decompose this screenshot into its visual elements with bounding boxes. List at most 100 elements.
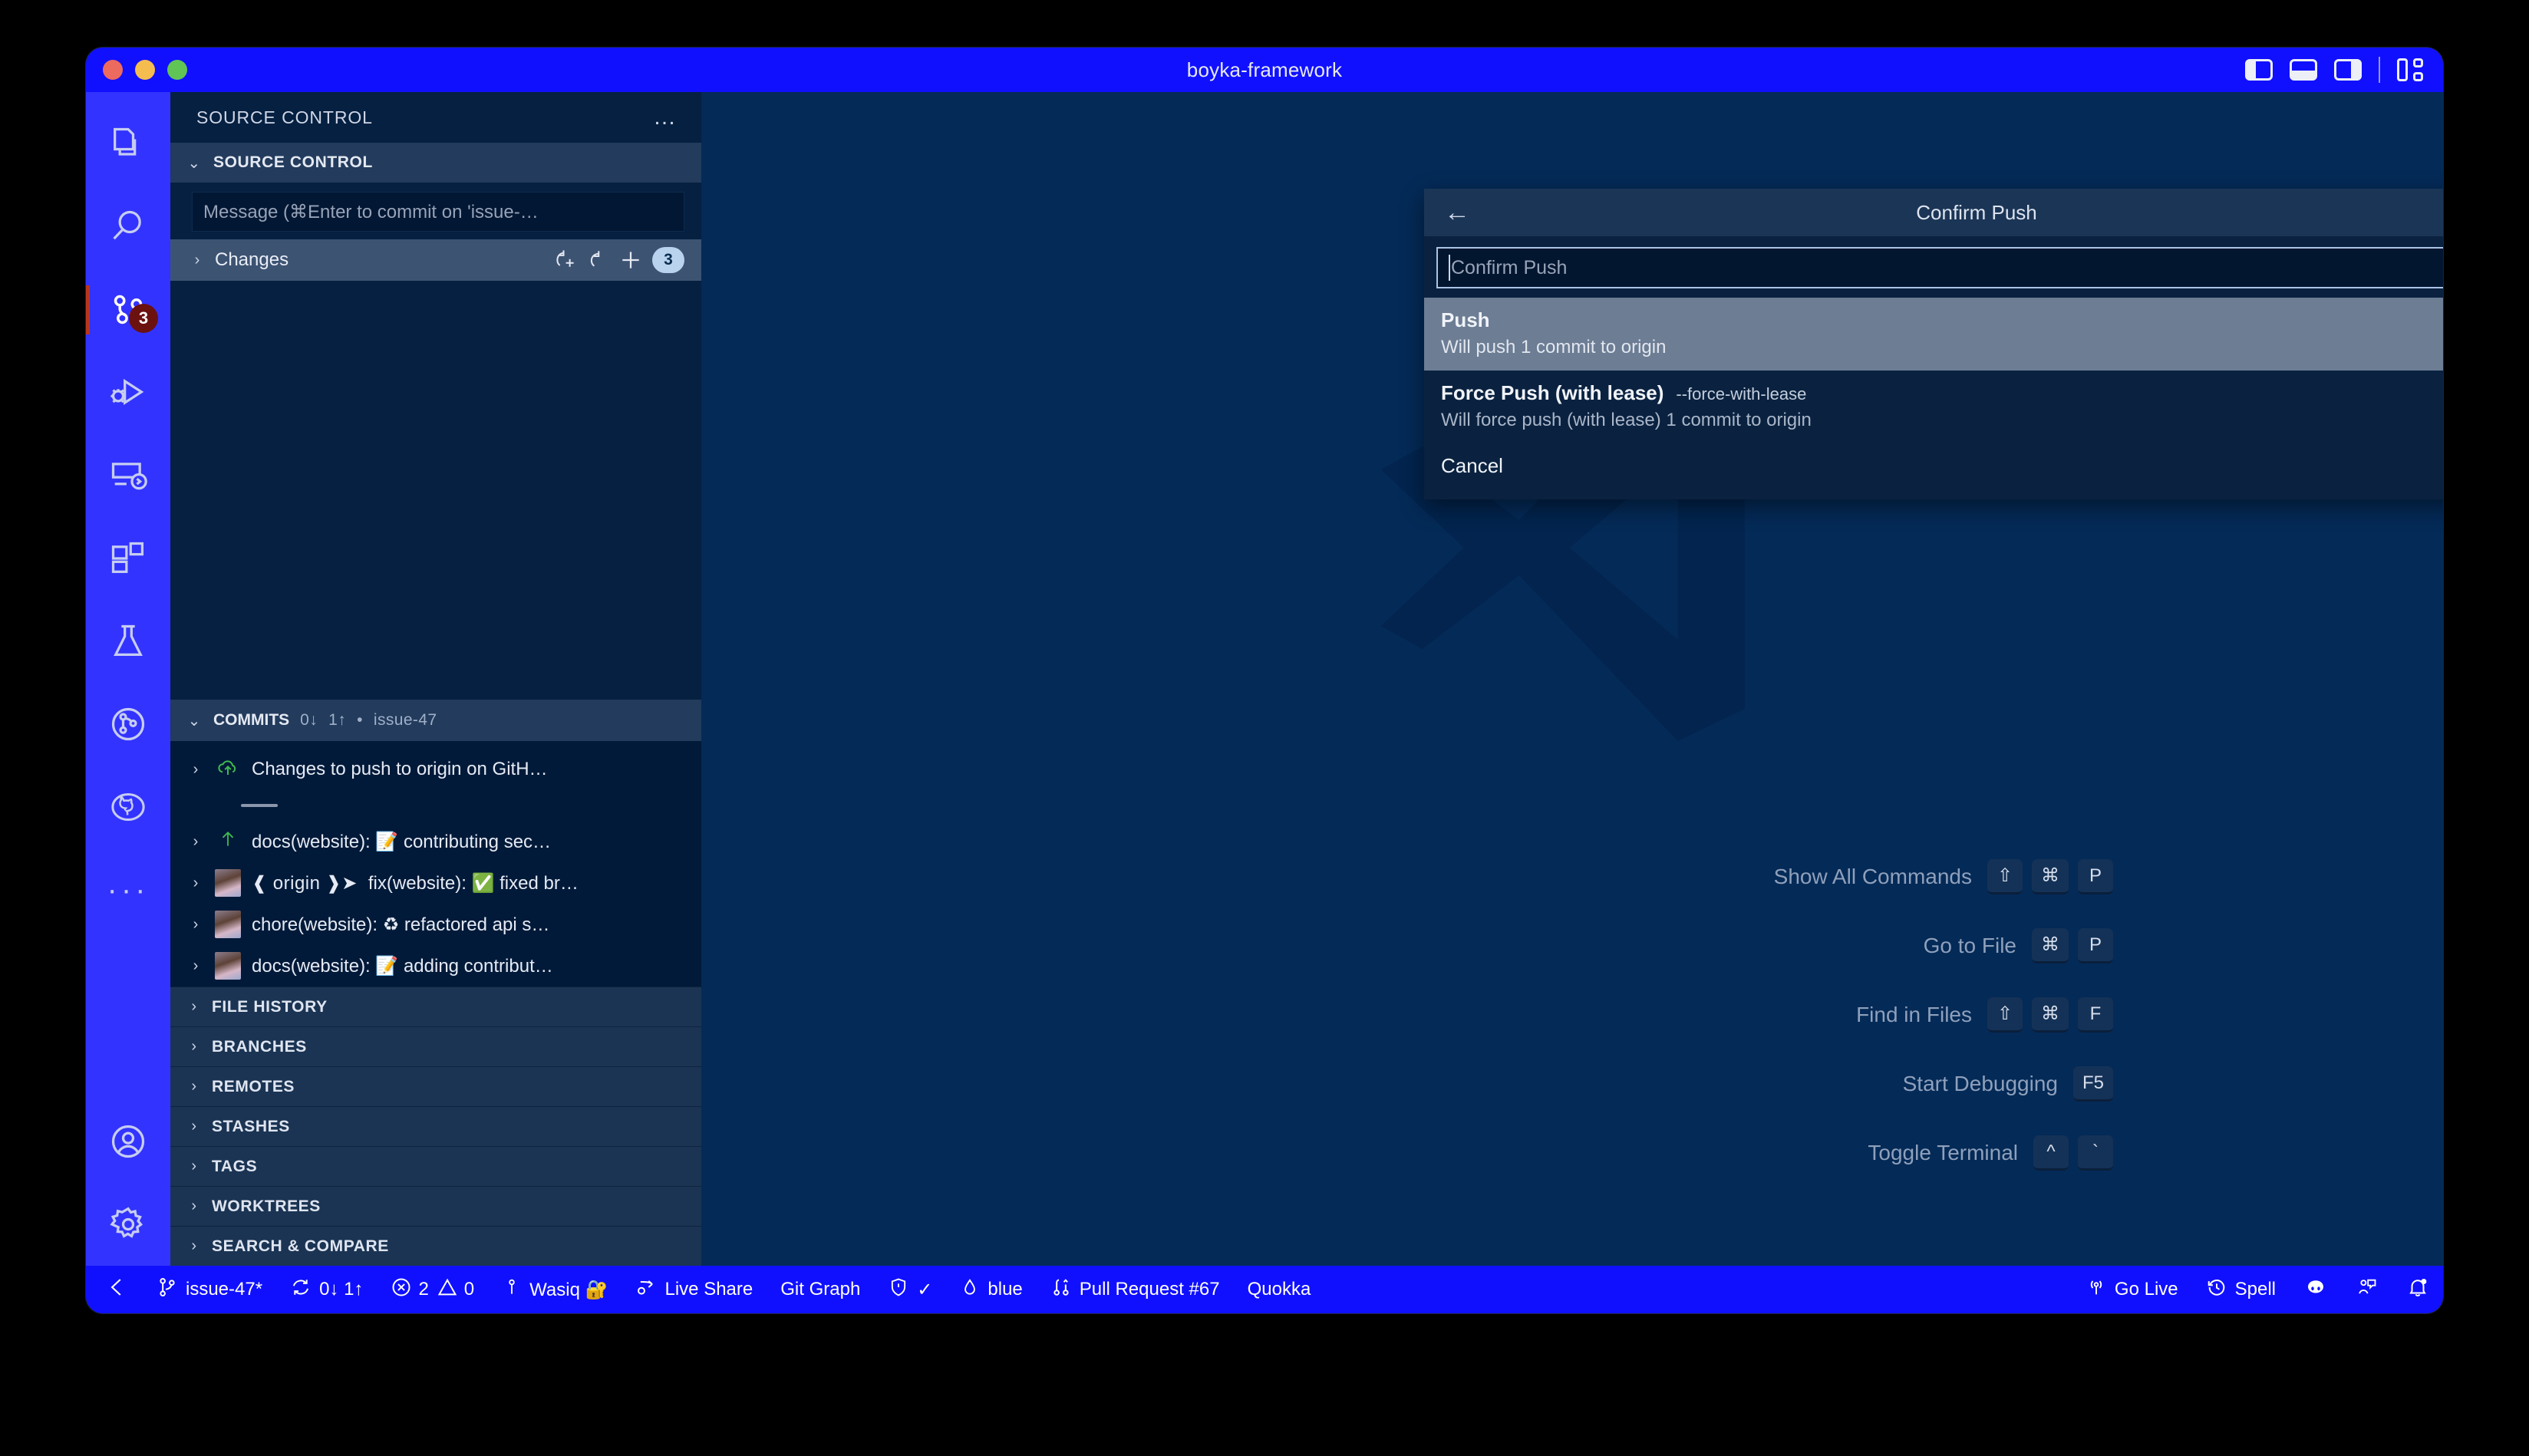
toggle-primary-sidebar-icon[interactable]: [2245, 59, 2273, 81]
pane-header-worktrees[interactable]: › WORKTREES: [170, 1186, 701, 1226]
quick-pick-item-detail: --force-with-lease: [1676, 384, 1806, 404]
commit-message-input[interactable]: Message (⌘Enter to commit on 'issue-…: [192, 192, 684, 232]
keycap: F: [2078, 997, 2113, 1033]
close-window-button[interactable]: [103, 60, 123, 80]
shortcut-label: Toggle Terminal: [1868, 1141, 2018, 1165]
activity-item-github[interactable]: [86, 766, 170, 848]
chevron-right-icon: ›: [187, 761, 204, 779]
changes-count-badge: 3: [652, 247, 684, 273]
status-sync-changes[interactable]: 0↓ 1↑: [276, 1266, 377, 1313]
chevron-right-icon: ›: [186, 1158, 203, 1175]
activity-item-additional-views[interactable]: ···: [86, 848, 170, 931]
activity-item-testing[interactable]: [86, 600, 170, 683]
sidebar-more-actions-icon[interactable]: …: [653, 114, 678, 121]
status-security[interactable]: ✓: [874, 1266, 946, 1313]
status-security-label: ✓: [917, 1279, 932, 1301]
pull-request-icon: [1050, 1276, 1072, 1303]
pane-header-search-and-compare[interactable]: › SEARCH & COMPARE: [170, 1226, 701, 1266]
quick-pick-item-force-push-with-lease[interactable]: Force Push (with lease) --force-with-lea…: [1424, 371, 2443, 443]
pane-header-source-control-label: SOURCE CONTROL: [213, 153, 373, 172]
activity-item-extensions[interactable]: [86, 517, 170, 600]
commit-row[interactable]: › ❰ origin ❱➤ fix(website): ✅ fixed br…: [170, 862, 701, 904]
commit-row[interactable]: › docs(website): 📝 contributing sec…: [170, 821, 701, 862]
pane-header-commits[interactable]: ⌄ COMMITS 0↓ 1↑ • issue-47: [170, 700, 701, 741]
status-copilot[interactable]: [2290, 1266, 2342, 1313]
status-git-blame[interactable]: Wasiq 🔐: [488, 1266, 622, 1313]
branch-icon: [157, 1276, 178, 1303]
status-branch[interactable]: issue-47*: [143, 1266, 276, 1313]
status-notifications[interactable]: [2392, 1266, 2443, 1313]
status-pull-request[interactable]: Pull Request #67: [1037, 1266, 1234, 1313]
shortcut-row-start-debugging: Start Debugging F5: [1774, 1066, 2113, 1102]
title-bar-actions: [2245, 48, 2423, 92]
activity-item-search[interactable]: [86, 186, 170, 268]
pane-label: STASHES: [212, 1118, 290, 1136]
person-icon: [502, 1276, 522, 1303]
files-icon: [108, 124, 148, 164]
activity-item-git-graph[interactable]: [86, 683, 170, 766]
keycap: ⌘: [2032, 997, 2069, 1033]
open-changes-icon[interactable]: [618, 248, 643, 272]
divider: [2379, 57, 2380, 83]
activity-item-run-and-debug[interactable]: [86, 351, 170, 434]
arrow-up-icon: [215, 828, 241, 856]
status-live-share[interactable]: Live Share: [622, 1266, 767, 1313]
status-feedback[interactable]: [2342, 1266, 2392, 1313]
github-icon: [108, 787, 148, 827]
activity-item-manage[interactable]: [86, 1183, 170, 1266]
toggle-panel-icon[interactable]: [2290, 59, 2317, 81]
commits-branch-label: issue-47: [374, 711, 437, 730]
zoom-window-button[interactable]: [167, 60, 187, 80]
quick-pick-item-push[interactable]: Push Will push 1 commit to origin: [1424, 298, 2443, 371]
toggle-secondary-sidebar-icon[interactable]: [2334, 59, 2362, 81]
activity-item-accounts[interactable]: [86, 1100, 170, 1183]
commit-row-unpushed-group[interactable]: › Changes to push to origin on GitH…: [170, 749, 701, 790]
avatar: [215, 869, 241, 897]
shortcut-label: Find in Files: [1856, 1003, 1972, 1027]
status-color-theme[interactable]: blue: [946, 1266, 1036, 1313]
chevron-right-icon: ›: [186, 998, 203, 1016]
status-problems[interactable]: 2 0: [377, 1266, 488, 1313]
stage-all-changes-icon[interactable]: [554, 249, 577, 272]
window-controls[interactable]: [86, 60, 187, 80]
changes-group-label: Changes: [215, 249, 289, 271]
chevron-right-icon: ›: [187, 916, 204, 934]
debug-icon: [108, 373, 148, 413]
commit-row[interactable]: › docs(website): 📝 adding contribut…: [170, 945, 701, 987]
pane-header-remotes[interactable]: › REMOTES: [170, 1066, 701, 1106]
pane-label: WORKTREES: [212, 1197, 321, 1216]
status-go-live[interactable]: Go Live: [2072, 1266, 2192, 1313]
shortcut-row-find-in-files: Find in Files ⇧ ⌘ F: [1774, 997, 2113, 1033]
discard-all-changes-icon[interactable]: [586, 249, 609, 272]
shortcut-label: Start Debugging: [1903, 1072, 2058, 1096]
customize-layout-icon[interactable]: [2397, 58, 2423, 81]
status-quokka[interactable]: Quokka: [1234, 1266, 1325, 1313]
changes-group-row[interactable]: › Changes: [170, 239, 701, 281]
pane-header-stashes[interactable]: › STASHES: [170, 1106, 701, 1146]
status-git-graph[interactable]: Git Graph: [767, 1266, 874, 1313]
shortcut-keys: F5: [2073, 1066, 2113, 1102]
quick-pick-input[interactable]: Confirm Push: [1436, 247, 2443, 288]
status-spell-checker[interactable]: Spell: [2192, 1266, 2290, 1313]
pane-header-file-history[interactable]: › FILE HISTORY: [170, 987, 701, 1026]
minimize-window-button[interactable]: [135, 60, 155, 80]
chevron-right-icon: ›: [186, 1038, 203, 1056]
pane-header-branches[interactable]: › BRANCHES: [170, 1026, 701, 1066]
shortcut-label: Show All Commands: [1774, 865, 1972, 889]
keycap: P: [2078, 928, 2113, 964]
shortcut-keys: ^ `: [2033, 1135, 2113, 1171]
pane-header-source-control[interactable]: ⌄ SOURCE CONTROL: [170, 143, 701, 183]
commit-row[interactable]: › chore(website): ♻ refactored api s…: [170, 904, 701, 945]
chevron-right-icon: ›: [187, 957, 204, 975]
text-caret: [1449, 255, 1450, 281]
pane-header-tags[interactable]: › TAGS: [170, 1146, 701, 1186]
keycap: ⇧: [1987, 859, 2023, 894]
activity-item-explorer[interactable]: [86, 103, 170, 186]
activity-item-source-control[interactable]: 3: [86, 268, 170, 351]
keycap: ⇧: [1987, 997, 2023, 1033]
pane-label: BRANCHES: [212, 1038, 307, 1056]
quick-pick-item-cancel[interactable]: Cancel: [1424, 443, 2443, 490]
activity-item-remote-explorer[interactable]: [86, 434, 170, 517]
status-remote-window[interactable]: [86, 1266, 143, 1313]
status-quokka-label: Quokka: [1248, 1279, 1311, 1300]
